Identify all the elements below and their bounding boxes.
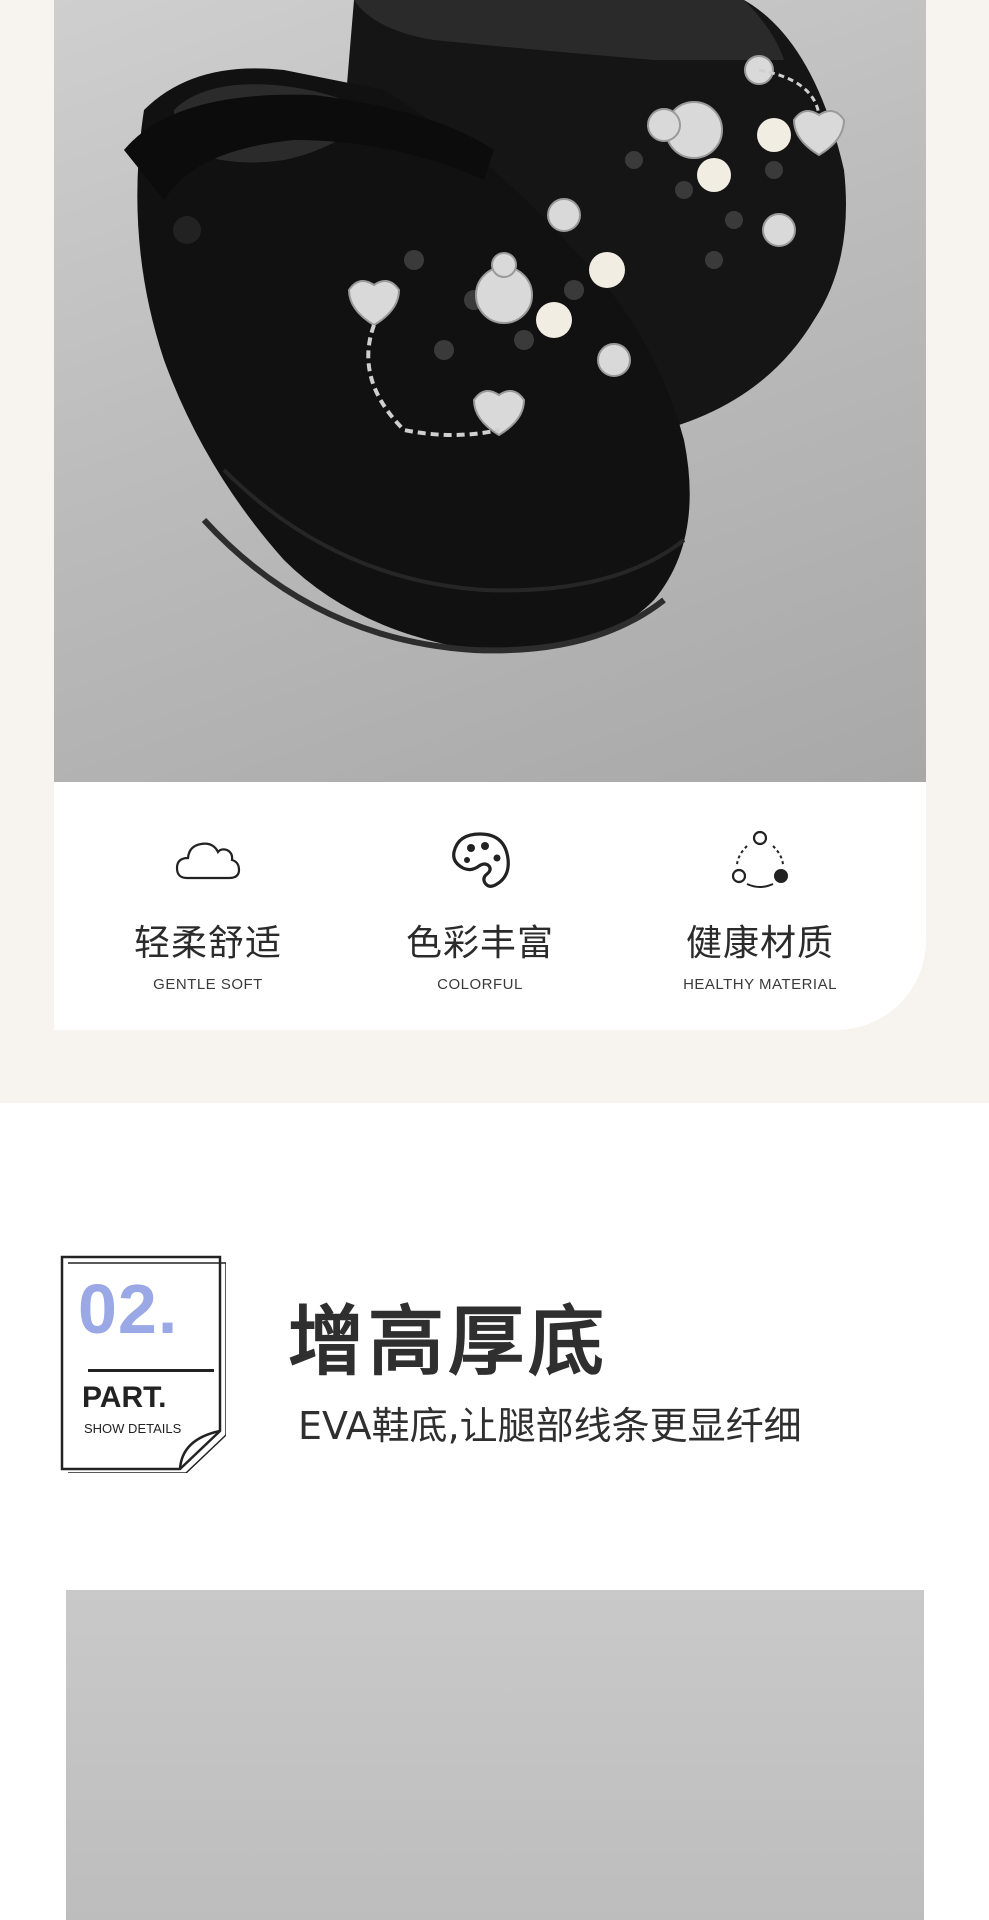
palette-icon bbox=[452, 832, 510, 888]
part-detail: SHOW DETAILS bbox=[84, 1421, 182, 1436]
feature-subtitle: GENTLE SOFT bbox=[153, 976, 263, 993]
feature-title: 轻柔舒适 bbox=[133, 923, 282, 964]
part-badge: 02. PART. SHOW DETAILS bbox=[60, 1255, 226, 1473]
feature-healthy-material: 健康材质 HEALTHY MATERIAL bbox=[630, 826, 890, 993]
feature-title: 健康材质 bbox=[685, 923, 834, 964]
feature-colorful: 色彩丰富 COLORFUL bbox=[350, 826, 610, 993]
section-subtitle: EVA鞋底,让腿部线条更显纤细 bbox=[298, 1404, 802, 1448]
feature-subtitle: HEALTHY MATERIAL bbox=[683, 976, 837, 993]
feature-title: 色彩丰富 bbox=[405, 923, 554, 964]
feature-gentle-soft: 轻柔舒适 GENTLE SOFT bbox=[78, 826, 338, 993]
divider bbox=[88, 1369, 214, 1372]
feature-subtitle: COLORFUL bbox=[437, 976, 523, 993]
part-label: PART. bbox=[82, 1381, 167, 1414]
product-photo-sole bbox=[66, 1590, 924, 1920]
product-photo-clogs bbox=[54, 0, 926, 782]
section-title: 增高厚底 bbox=[288, 1297, 608, 1386]
cloud-icon bbox=[175, 842, 241, 880]
cycle-icon bbox=[731, 830, 788, 888]
feature-card: 轻柔舒适 GENTLE SOFT 色彩丰富 COLORFUL 健康材质 HEAL… bbox=[54, 782, 926, 1030]
part-number: 02. bbox=[78, 1270, 179, 1348]
